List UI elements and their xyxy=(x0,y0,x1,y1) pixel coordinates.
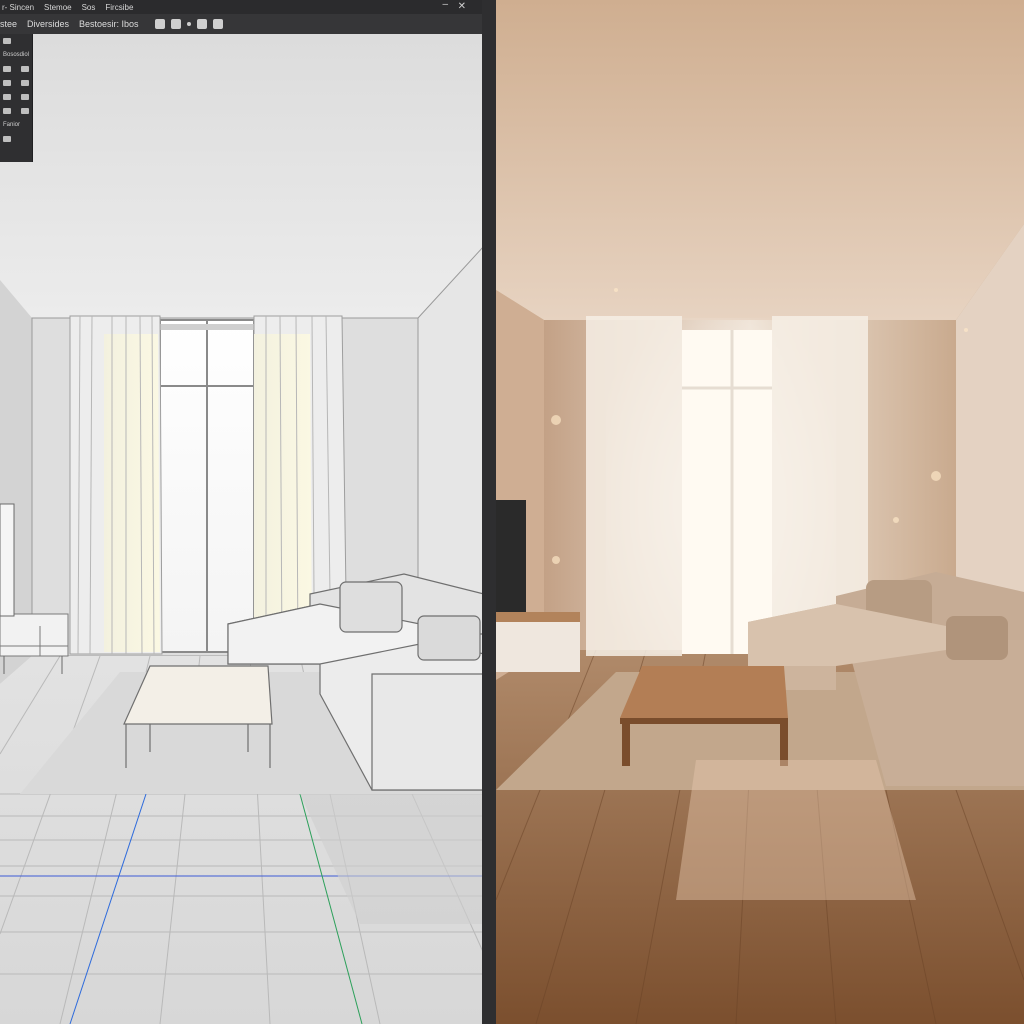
toolbar-tab[interactable]: stee xyxy=(0,19,17,29)
tool-row[interactable]: Bososdiol xyxy=(0,48,32,62)
app-window: r- Sincen Stemoe Sos Fircsibe – ✕ stee D… xyxy=(0,0,1024,1024)
cut-icon[interactable] xyxy=(21,80,29,86)
layer-icon[interactable] xyxy=(3,66,11,72)
render-preview xyxy=(496,0,1024,1024)
toolbar-icons xyxy=(154,19,223,29)
gear-icon[interactable] xyxy=(21,94,29,100)
menu-item[interactable]: r- Sincen xyxy=(2,3,34,12)
rendered-room xyxy=(496,0,1024,1024)
grid-icon[interactable] xyxy=(212,19,223,29)
grid-icon[interactable] xyxy=(3,94,11,100)
minimize-icon[interactable]: – xyxy=(442,0,448,10)
tool-row[interactable] xyxy=(0,104,32,118)
tool-row[interactable]: Fanior xyxy=(0,118,32,132)
tool-row[interactable] xyxy=(0,90,32,104)
settings-icon[interactable] xyxy=(3,108,11,114)
dot-icon[interactable] xyxy=(186,22,191,26)
menu-bar: r- Sincen Stemoe Sos Fircsibe – ✕ xyxy=(0,0,484,14)
toolbar-tab[interactable]: Bestoesir: Ibos xyxy=(79,19,139,29)
tool-row[interactable] xyxy=(0,34,32,48)
link-icon[interactable] xyxy=(196,19,207,29)
brush-icon[interactable] xyxy=(3,80,11,86)
cad-viewport-app: r- Sincen Stemoe Sos Fircsibe – ✕ stee D… xyxy=(0,0,484,1024)
tool-row[interactable] xyxy=(0,76,32,90)
tool-row[interactable] xyxy=(0,62,32,76)
toolbar: stee Diversides Bestoesir: Ibos xyxy=(0,14,484,34)
toolbar-tab[interactable]: Diversides xyxy=(27,19,69,29)
settings-icon[interactable] xyxy=(21,108,29,114)
menu-item[interactable]: Stemoe xyxy=(44,3,72,12)
menu-item[interactable]: Sos xyxy=(82,3,96,12)
menu-item[interactable]: Fircsibe xyxy=(105,3,133,12)
pen-icon[interactable] xyxy=(21,66,29,72)
cube-icon[interactable] xyxy=(3,38,11,44)
layers-icon[interactable] xyxy=(154,19,165,29)
settings-icon[interactable] xyxy=(170,19,181,29)
3d-viewport[interactable] xyxy=(0,34,484,1024)
close-icon[interactable]: ✕ xyxy=(458,0,466,14)
tool-panel: Bososdiol Fanior xyxy=(0,34,33,162)
tool-row[interactable] xyxy=(0,132,32,146)
settings-icon[interactable] xyxy=(3,136,11,142)
